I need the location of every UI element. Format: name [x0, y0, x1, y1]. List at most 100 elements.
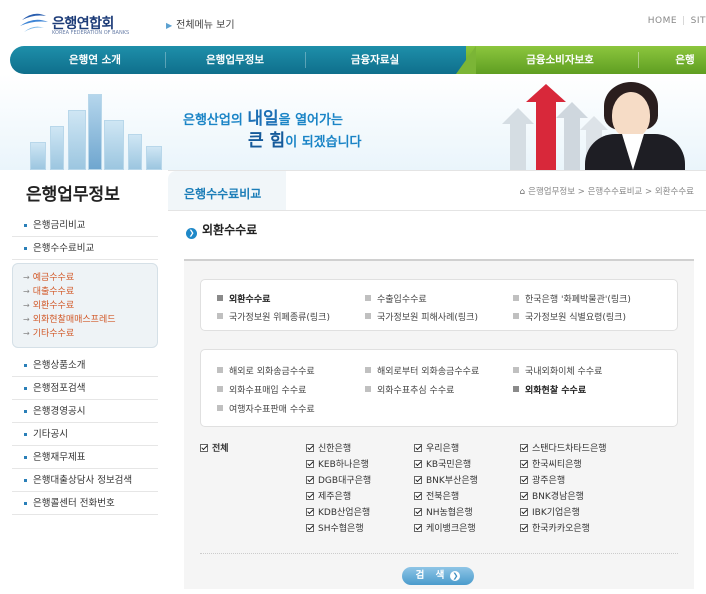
checkbox[interactable]: [520, 444, 528, 452]
option-label: 해외로 외화송금수수료: [229, 367, 315, 377]
checkbox[interactable]: [520, 492, 528, 500]
gnb-item-banking-info[interactable]: 은행업무정보: [170, 46, 300, 74]
sidebar-item-branch-search[interactable]: 은행점포검색: [12, 377, 158, 400]
option-outward-remittance-fee[interactable]: 해외로 외화송금수수료: [217, 364, 315, 377]
option-fx-cash-fee[interactable]: 외화현찰 수수료: [513, 383, 586, 396]
square-bullet-icon: [513, 367, 519, 373]
arrow-right-icon: →: [23, 329, 30, 338]
option-check-collection-fee[interactable]: 외화수표추심 수수료: [365, 383, 454, 396]
checkbox[interactable]: [414, 492, 422, 500]
checkbox[interactable]: [414, 508, 422, 516]
slogan-line-2: 큰 힘이 되겠습니다: [248, 126, 362, 151]
checkbox[interactable]: [414, 460, 422, 468]
checkbox-bank[interactable]: 한국카카오은행: [520, 521, 590, 534]
search-button[interactable]: 검 색 ❯: [402, 567, 474, 585]
sidebar-subitem-other-fee[interactable]: → 기타수수료: [23, 327, 157, 341]
sidebar-item-call-center[interactable]: 은행콜센터 전화번호: [12, 492, 158, 515]
option-domestic-fx-transfer-fee[interactable]: 국내외화이체 수수료: [513, 364, 602, 377]
checkbox-bank[interactable]: 전북은행: [414, 489, 459, 502]
gnb-item-bank[interactable]: 은행: [650, 46, 706, 74]
breadcrumb-item[interactable]: 은행수수료비교: [588, 187, 643, 197]
checkbox-bank[interactable]: BNK경남은행: [520, 489, 584, 502]
option-import-export-fee[interactable]: 수출입수수료: [365, 292, 427, 305]
option-label: 한국은행 '화폐박물관'(링크): [525, 295, 631, 305]
sidebar-subitem-fx-fee[interactable]: → 외환수수료: [23, 299, 157, 313]
sidebar-item-rate-compare[interactable]: 은행금리비교: [12, 214, 158, 237]
sidebar-subitem-loan-fee[interactable]: → 대출수수료: [23, 285, 157, 299]
option-travelers-check-fee[interactable]: 여행자수표판매 수수료: [217, 402, 315, 415]
checkbox[interactable]: [520, 524, 528, 532]
option-money-museum-link[interactable]: 한국은행 '화폐박물관'(링크): [513, 292, 631, 305]
all-menu-link[interactable]: ▶ 전체메뉴 보기: [166, 16, 235, 31]
checkbox-bank[interactable]: KEB하나은행: [306, 457, 369, 470]
checkbox-bank[interactable]: IBK기업은행: [520, 505, 580, 518]
sidebar-item-fee-compare[interactable]: 은행수수료비교: [12, 237, 158, 260]
checkbox-bank[interactable]: 스탠다드차타드은행: [520, 441, 607, 454]
building-graphic: [88, 94, 102, 170]
option-label: 외화수표매입 수수료: [229, 386, 307, 396]
checkbox[interactable]: [306, 476, 314, 484]
checkbox-label: NH농협은행: [426, 508, 473, 518]
sidebar-submenu: → 예금수수료 → 대출수수료 → 외환수수료 → 외화현찰매매스프레드 → 기타수수료: [12, 263, 158, 348]
sidebar-item-financial-statements[interactable]: 은행재무제표: [12, 446, 158, 469]
checkbox[interactable]: [306, 444, 314, 452]
checkbox-bank[interactable]: 광주은행: [520, 473, 565, 486]
checkbox-bank[interactable]: 우리은행: [414, 441, 459, 454]
sidebar-item-label: 은행콜센터 전화번호: [33, 498, 115, 509]
building-graphic: [146, 146, 162, 170]
bullet-icon: [24, 479, 27, 482]
sidebar-item-products[interactable]: 은행상품소개: [12, 354, 158, 377]
square-bullet-icon: [365, 367, 371, 373]
sidebar-item-management-disclosure[interactable]: 은행경영공시: [12, 400, 158, 423]
checkbox[interactable]: [306, 492, 314, 500]
checkbox-bank[interactable]: 한국씨티은행: [520, 457, 582, 470]
option-identification-link[interactable]: 국가정보원 식별요령(링크): [513, 310, 626, 323]
checkbox-label: BNK경남은행: [532, 492, 584, 502]
checkbox[interactable]: [414, 524, 422, 532]
gnb-item-consumer-protection[interactable]: 금융소비자보호: [495, 46, 625, 74]
checkbox[interactable]: [520, 508, 528, 516]
checkbox[interactable]: [200, 444, 208, 452]
square-bullet-icon: [365, 295, 371, 301]
checkbox[interactable]: [306, 460, 314, 468]
sidebar-subitem-deposit-fee[interactable]: → 예금수수료: [23, 271, 157, 285]
sidebar-subitem-fx-spread[interactable]: → 외화현찰매매스프레드: [23, 313, 157, 327]
option-damage-cases-link[interactable]: 국가정보원 피해사례(링크): [365, 310, 478, 323]
option-counterfeit-types-link[interactable]: 국가정보원 위폐종류(링크): [217, 310, 330, 323]
gnb-divider: [305, 52, 306, 68]
gnb-item-about[interactable]: 은행연 소개: [30, 46, 160, 74]
gnb-item-financial-data[interactable]: 금융자료실: [310, 46, 440, 74]
option-check-purchase-fee[interactable]: 외화수표매입 수수료: [217, 383, 306, 396]
checkbox[interactable]: [306, 524, 314, 532]
checkbox-label: KB국민은행: [426, 460, 472, 470]
checkbox-bank[interactable]: 케이뱅크은행: [414, 521, 476, 534]
home-link[interactable]: HOME: [648, 16, 677, 26]
option-label: 여행자수표판매 수수료: [229, 405, 315, 415]
checkbox[interactable]: [520, 476, 528, 484]
checkbox-bank[interactable]: 신한은행: [306, 441, 351, 454]
checkbox-bank[interactable]: NH농협은행: [414, 505, 473, 518]
option-label: 외화수표추심 수수료: [377, 386, 455, 396]
sidebar-item-other-disclosure[interactable]: 기타공시: [12, 423, 158, 446]
option-fx-fee[interactable]: 외환수수료: [217, 292, 270, 305]
breadcrumb-item[interactable]: 은행업무정보: [528, 187, 575, 197]
checkbox-bank[interactable]: SH수협은행: [306, 521, 364, 534]
checkbox-bank[interactable]: KDB산업은행: [306, 505, 370, 518]
checkbox-bank[interactable]: BNK부산은행: [414, 473, 478, 486]
checkbox[interactable]: [306, 508, 314, 516]
sidebar-item-label: 은행재무제표: [33, 452, 86, 463]
logo[interactable]: 은행연합회 KOREA FEDERATION OF BANKS: [18, 8, 129, 38]
checkbox-label: 신한은행: [318, 444, 352, 454]
sidebar-item-loan-consultant[interactable]: 은행대출상담사 정보검색: [12, 469, 158, 492]
checkbox-all-banks[interactable]: 전체: [200, 441, 229, 454]
checkbox-bank[interactable]: DGB대구은행: [306, 473, 371, 486]
sitemap-link[interactable]: SIT: [691, 16, 706, 26]
option-inward-remittance-fee[interactable]: 해외로부터 외화송금수수료: [365, 364, 479, 377]
checkbox-bank[interactable]: KB국민은행: [414, 457, 471, 470]
checkbox[interactable]: [414, 476, 422, 484]
checkbox-bank[interactable]: 제주은행: [306, 489, 351, 502]
building-graphic: [30, 142, 46, 170]
checkbox[interactable]: [414, 444, 422, 452]
home-icon[interactable]: ⌂: [520, 187, 525, 197]
checkbox[interactable]: [520, 460, 528, 468]
